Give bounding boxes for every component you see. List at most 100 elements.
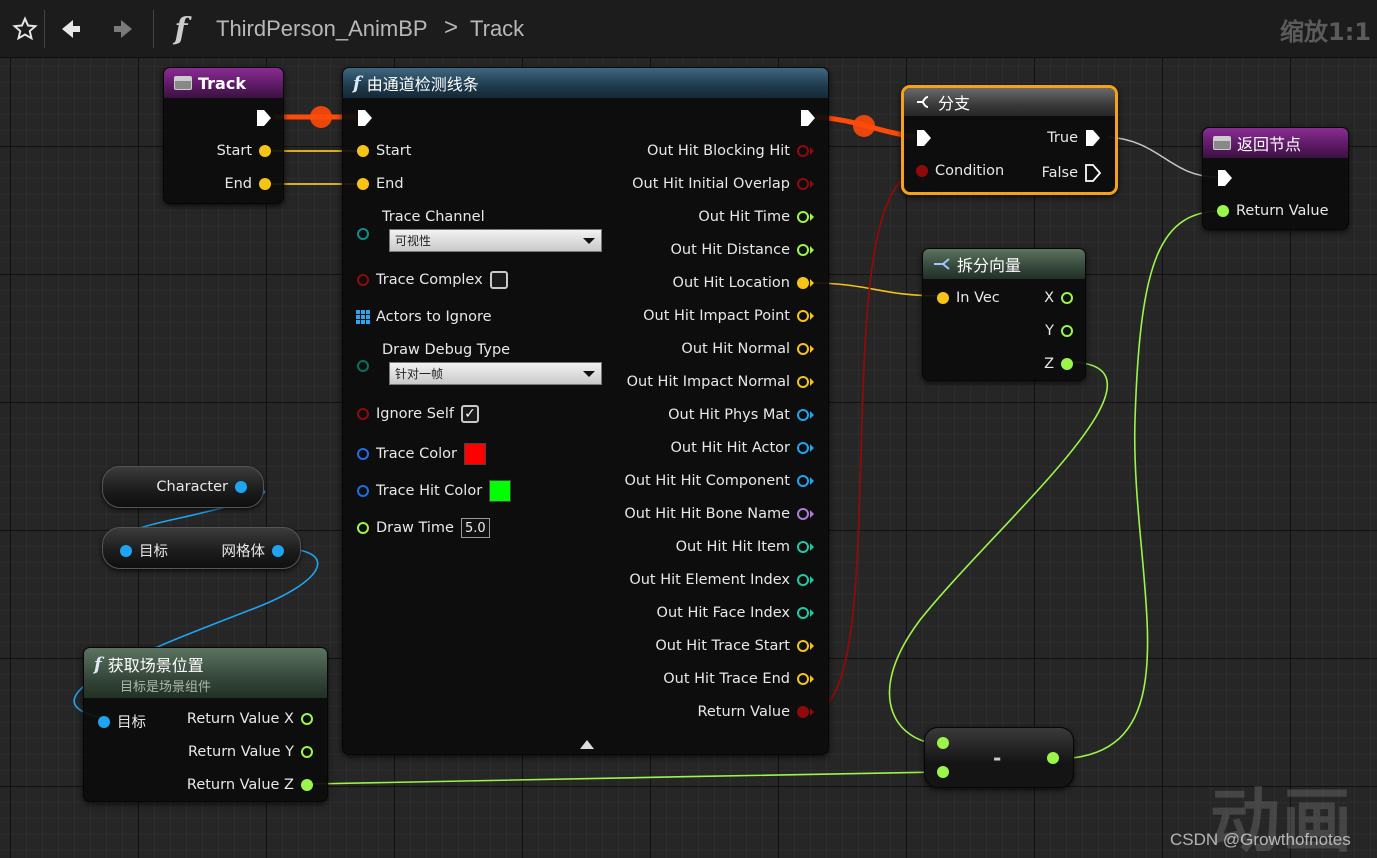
character-variable-node[interactable]: Character bbox=[102, 466, 264, 508]
pin-arrow-icon bbox=[810, 411, 814, 419]
trace-output-pin[interactable]: Out Hit Trace End bbox=[656, 671, 814, 687]
trace-output-label: Out Hit Distance bbox=[670, 242, 790, 258]
subtract-b-pin[interactable] bbox=[937, 766, 949, 778]
ignore-self-pin[interactable]: Ignore Self ✓ bbox=[357, 405, 479, 423]
branch-icon bbox=[914, 93, 932, 111]
world-location-y-label: Return Value Y bbox=[187, 744, 294, 760]
trace-output-label: Out Hit Hit Actor bbox=[670, 440, 790, 456]
trace-output-pin[interactable]: Out Hit Hit Item bbox=[669, 539, 814, 555]
draw-time-pin[interactable]: Draw Time 5.0 bbox=[357, 518, 490, 538]
branch-condition-pin[interactable]: Condition bbox=[916, 163, 1011, 179]
break-vector-node[interactable]: 拆分向量 In Vec X Y Z bbox=[922, 248, 1086, 381]
trace-start-pin[interactable]: Start bbox=[357, 143, 418, 159]
subtract-node[interactable]: - bbox=[924, 727, 1074, 788]
world-location-target-label: 目标 bbox=[117, 715, 146, 731]
subtract-a-pin[interactable] bbox=[937, 737, 949, 749]
ignore-self-checkbox[interactable]: ✓ bbox=[460, 405, 479, 423]
trace-channel-pin[interactable] bbox=[357, 228, 369, 240]
trace-output-pin[interactable]: Out Hit Trace Start bbox=[648, 638, 814, 654]
output-pin-icon bbox=[797, 508, 809, 520]
wire-z-subtract bbox=[888, 361, 1108, 745]
mesh-target-pin[interactable]: 目标 bbox=[120, 540, 175, 561]
return-value-pin[interactable]: Return Value bbox=[1217, 203, 1336, 219]
break-vector-y-pin[interactable]: Y bbox=[1038, 323, 1073, 339]
trace-output-pin[interactable]: Out Hit Face Index bbox=[650, 605, 814, 621]
draw-debug-type-dropdown[interactable]: 针对一帧 bbox=[389, 362, 602, 385]
trace-output-pin[interactable]: Out Hit Element Index bbox=[622, 572, 814, 588]
float-pin-icon bbox=[301, 779, 313, 791]
trace-output-pin[interactable]: Out Hit Distance bbox=[663, 242, 814, 258]
draw-debug-type-pin[interactable] bbox=[357, 360, 369, 372]
output-pin-icon bbox=[797, 706, 809, 718]
mesh-target-label: 目标 bbox=[139, 544, 168, 560]
branch-exec-in-pin[interactable] bbox=[916, 129, 932, 147]
trace-hit-color-pin[interactable]: Trace Hit Color bbox=[357, 480, 512, 502]
track-entry-node[interactable]: Track Start End bbox=[163, 67, 284, 204]
float-pin-icon bbox=[937, 737, 949, 749]
pin-arrow-icon bbox=[810, 345, 814, 353]
trace-output-pin[interactable]: Out Hit Impact Point bbox=[636, 308, 814, 324]
trace-output-pin[interactable]: Return Value bbox=[690, 704, 814, 720]
trace-channel-dropdown[interactable]: 可视性 bbox=[389, 229, 602, 252]
world-location-node[interactable]: f 获取场景位置 目标是场景组件 目标 Return Value X Retur… bbox=[83, 647, 328, 802]
trace-complex-checkbox[interactable] bbox=[489, 271, 508, 289]
trace-output-label: Out Hit Blocking Hit bbox=[647, 143, 790, 159]
exec-wire-knot-2 bbox=[853, 115, 875, 137]
trace-output-pin[interactable]: Out Hit Location bbox=[666, 275, 814, 291]
trace-end-pin[interactable]: End bbox=[357, 176, 411, 192]
world-location-x-pin[interactable]: Return Value X bbox=[180, 711, 313, 727]
return-node[interactable]: 返回节点 Return Value bbox=[1202, 127, 1349, 230]
trace-output-pin[interactable]: Out Hit Normal bbox=[674, 341, 814, 357]
line-trace-header: f 由通道检测线条 bbox=[343, 68, 828, 98]
output-pin-icon bbox=[797, 673, 809, 685]
trace-output-pin[interactable]: Out Hit Phys Mat bbox=[661, 407, 814, 423]
trace-complex-pin[interactable]: Trace Complex bbox=[357, 271, 508, 289]
return-exec-in-pin[interactable] bbox=[1217, 169, 1233, 187]
trace-color-pin[interactable]: Trace Color bbox=[357, 443, 486, 465]
pin-arrow-icon bbox=[810, 279, 814, 287]
actors-to-ignore-label: Actors to Ignore bbox=[376, 309, 492, 325]
collapse-arrow-icon[interactable] bbox=[580, 740, 594, 749]
actors-to-ignore-pin[interactable]: Actors to Ignore bbox=[356, 309, 492, 325]
break-vector-z-label: Z bbox=[1044, 356, 1054, 372]
trace-exec-in-pin[interactable] bbox=[357, 109, 373, 127]
trace-output-pin[interactable]: Out Hit Hit Actor bbox=[663, 440, 814, 456]
trace-exec-out-pin[interactable] bbox=[800, 109, 816, 127]
world-location-y-pin[interactable]: Return Value Y bbox=[181, 744, 313, 760]
branch-condition-label: Condition bbox=[935, 163, 1005, 179]
line-trace-node[interactable]: f 由通道检测线条 Start End Trace Channel 可视性 Tr… bbox=[342, 67, 829, 755]
subtract-symbol: - bbox=[993, 746, 1002, 770]
entry-exec-out-pin[interactable] bbox=[256, 109, 272, 127]
world-location-z-pin[interactable]: Return Value Z bbox=[180, 777, 313, 793]
character-out-pin[interactable]: Character bbox=[149, 479, 247, 495]
break-vector-z-pin[interactable]: Z bbox=[1037, 356, 1073, 372]
branch-true-pin[interactable]: True bbox=[1040, 129, 1101, 147]
float-pin-icon bbox=[301, 713, 313, 725]
trace-output-pin[interactable]: Out Hit Initial Overlap bbox=[625, 176, 814, 192]
trace-color-swatch[interactable] bbox=[463, 443, 486, 465]
subtract-out-pin[interactable] bbox=[1047, 752, 1059, 764]
world-location-target-pin[interactable]: 目标 bbox=[98, 711, 153, 732]
dropdown-arrow-icon bbox=[583, 238, 595, 244]
trace-output-pin[interactable]: Out Hit Hit Bone Name bbox=[617, 506, 814, 522]
trace-output-pin[interactable]: Out Hit Impact Normal bbox=[620, 374, 814, 390]
trace-hit-color-swatch[interactable] bbox=[489, 480, 512, 502]
output-pin-icon bbox=[797, 442, 809, 454]
branch-node[interactable]: 分支 True Condition False bbox=[901, 85, 1118, 195]
vector-pin-icon bbox=[357, 145, 369, 157]
draw-time-input[interactable]: 5.0 bbox=[460, 518, 490, 538]
entry-start-pin[interactable]: Start bbox=[210, 143, 271, 159]
break-vector-x-pin[interactable]: X bbox=[1037, 290, 1073, 306]
entry-end-pin[interactable]: End bbox=[217, 176, 271, 192]
break-vector-in-pin[interactable]: In Vec bbox=[937, 290, 1007, 306]
trace-output-pin[interactable]: Out Hit Time bbox=[691, 209, 814, 225]
mesh-out-pin[interactable]: 网格体 bbox=[215, 540, 284, 561]
trace-output-pin[interactable]: Out Hit Hit Component bbox=[617, 473, 814, 489]
branch-false-label: False bbox=[1041, 165, 1078, 181]
pin-arrow-icon bbox=[810, 246, 814, 254]
trace-output-pin[interactable]: Out Hit Blocking Hit bbox=[640, 143, 814, 159]
mesh-out-label: 网格体 bbox=[221, 544, 266, 560]
mesh-getter-node[interactable]: 目标 网格体 bbox=[102, 527, 301, 569]
vector-pin-icon bbox=[259, 178, 271, 190]
branch-false-pin[interactable]: False bbox=[1035, 164, 1101, 182]
